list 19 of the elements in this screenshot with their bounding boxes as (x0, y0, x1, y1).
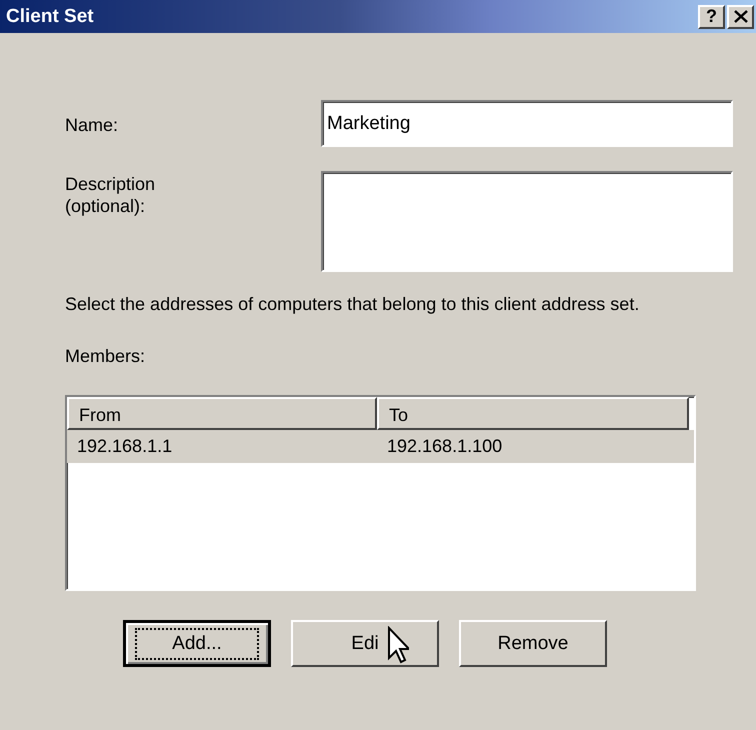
close-button[interactable] (727, 4, 754, 28)
name-label: Name: (65, 114, 120, 136)
list-row[interactable]: 192.168.1.1 192.168.1.100 (67, 430, 694, 463)
action-button[interactable]: Remove (459, 620, 607, 667)
list-cell-text: 192.168.1.1 (76, 436, 174, 457)
instructions-text: Select the addresses of computers that belong to this client address set. (65, 293, 640, 315)
description-field[interactable] (321, 171, 733, 272)
column-header[interactable]: To (377, 397, 689, 430)
name-field[interactable]: Marketing (321, 100, 733, 147)
help-button[interactable]: ? (698, 4, 725, 28)
action-button[interactable]: Edi (291, 620, 439, 667)
list-cell-text: 192.168.1.100 (386, 436, 504, 457)
close-icon (734, 10, 748, 23)
column-header[interactable]: From (67, 397, 377, 430)
members-list[interactable]: From To 192.168.1.1 192.168.1.100 (65, 395, 696, 591)
window-title: Client Set (6, 6, 94, 28)
action-button[interactable]: Add... (123, 620, 271, 667)
members-label: Members: (65, 345, 146, 367)
description-label: Description (optional): (65, 173, 156, 217)
